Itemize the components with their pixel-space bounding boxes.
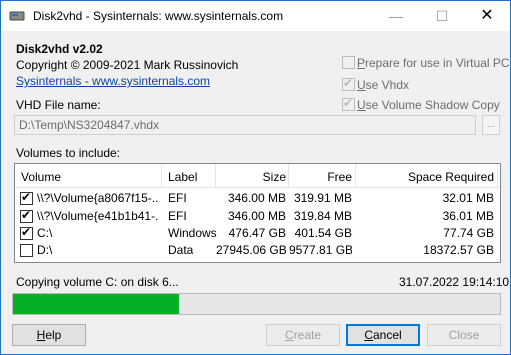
volume-checkbox[interactable]: [20, 244, 33, 257]
progress-bar-fill: [13, 294, 179, 314]
column-header-space-required[interactable]: Space Required: [356, 170, 494, 184]
volume-free: 319.91 MB: [293, 191, 352, 205]
volume-label: EFI: [168, 209, 187, 223]
column-header-volume[interactable]: Volume: [21, 170, 61, 184]
volume-free: 401.54 GB: [294, 226, 352, 240]
maximize-button[interactable]: ☐: [419, 1, 465, 31]
volume-label: Data: [168, 243, 194, 257]
close-window-button[interactable]: ✕: [464, 1, 510, 31]
checkmark-icon: ✔: [343, 76, 354, 90]
disk2vhd-window: Disk2vhd - Sysinternals: www.sysinternal…: [0, 0, 511, 355]
option-use-vhdx-checkbox[interactable]: ✔: [342, 76, 355, 91]
disk-app-icon: [9, 11, 25, 21]
volume-name: \\?\Volume{a8067f15-...: [37, 191, 159, 205]
title-bar[interactable]: Disk2vhd - Sysinternals: www.sysinternal…: [1, 1, 510, 31]
window-title: Disk2vhd - Sysinternals: www.sysinternal…: [33, 9, 284, 23]
volume-space-required: 32.01 MB: [442, 191, 494, 205]
volume-row[interactable]: ✔ \\?\Volume{a8067f15-... EFI 346.00 MB …: [15, 190, 500, 207]
copyright-text: Copyright © 2009-2021 Mark Russinovich: [16, 58, 239, 72]
volume-name: \\?\Volume{e41b1b41-...: [37, 209, 159, 223]
column-header-size[interactable]: Size: [216, 170, 286, 184]
volume-free: 319.84 MB: [293, 209, 352, 223]
minimize-button[interactable]: —: [373, 1, 419, 31]
create-button[interactable]: Create: [266, 324, 340, 346]
column-divider[interactable]: [161, 164, 162, 188]
checkmark-icon: ✔: [343, 96, 354, 110]
volume-size: 346.00 MB: [227, 191, 286, 205]
column-header-label[interactable]: Label: [168, 170, 197, 184]
volume-name: C:\: [37, 226, 53, 240]
volume-size: 346.00 MB: [227, 209, 286, 223]
option-shadow-copy-checkbox[interactable]: ✔: [342, 96, 355, 111]
volume-size: 27945.06 GB: [216, 243, 286, 257]
volume-label: Windows: [168, 226, 217, 240]
checkmark-icon: ✔: [21, 225, 32, 239]
volume-label: EFI: [168, 191, 187, 205]
option-virtual-pc-checkbox[interactable]: [342, 56, 355, 69]
sysinternals-link[interactable]: Sysinternals - www.sysinternals.com: [16, 74, 210, 88]
volume-space-required: 18372.57 GB: [423, 243, 494, 257]
vhd-file-label: VHD File name:: [16, 98, 101, 112]
progress-bar: [12, 293, 501, 315]
volume-space-required: 36.01 MB: [442, 209, 494, 223]
volumes-list[interactable]: Volume Label Size Free Space Required ✔ …: [14, 163, 501, 263]
column-header-free[interactable]: Free: [289, 170, 352, 184]
volume-space-required: 77.74 GB: [443, 226, 494, 240]
option-shadow-copy-label: Use Volume Shadow Copy: [357, 98, 500, 112]
status-text: Copying volume C: on disk 6...: [16, 275, 179, 289]
app-name: Disk2vhd v2.02: [16, 42, 103, 56]
cancel-button[interactable]: Cancel: [346, 324, 420, 346]
column-divider[interactable]: [497, 164, 498, 188]
volumes-list-header: Volume Label Size Free Space Required: [15, 164, 500, 188]
volume-checkbox[interactable]: ✔: [20, 208, 33, 223]
volume-checkbox[interactable]: ✔: [20, 190, 33, 205]
volume-row[interactable]: D:\ Data 27945.06 GB 9577.81 GB 18372.57…: [15, 242, 500, 259]
status-timestamp: 31.07.2022 19:14:10: [399, 275, 510, 289]
option-use-vhdx-label: Use Vhdx: [357, 78, 410, 92]
checkmark-icon: ✔: [21, 190, 32, 204]
volume-checkbox[interactable]: ✔: [20, 225, 33, 240]
volume-row[interactable]: ✔ C:\ Windows 476.47 GB 401.54 GB 77.74 …: [15, 225, 500, 242]
volume-size: 476.47 GB: [228, 226, 286, 240]
volume-row[interactable]: ✔ \\?\Volume{e41b1b41-... EFI 346.00 MB …: [15, 208, 500, 225]
vhd-file-input[interactable]: D:\Temp\NS3204847.vhdx: [14, 115, 476, 135]
checkmark-icon: ✔: [21, 208, 32, 222]
help-button[interactable]: Help: [12, 324, 86, 346]
volume-free: 9577.81 GB: [289, 243, 352, 257]
close-button[interactable]: Close: [427, 324, 501, 346]
volumes-label: Volumes to include:: [16, 146, 121, 160]
browse-button[interactable]: ...: [482, 115, 500, 135]
option-virtual-pc-label: Prepare for use in Virtual PC: [357, 56, 510, 70]
volume-name: D:\: [37, 243, 53, 257]
